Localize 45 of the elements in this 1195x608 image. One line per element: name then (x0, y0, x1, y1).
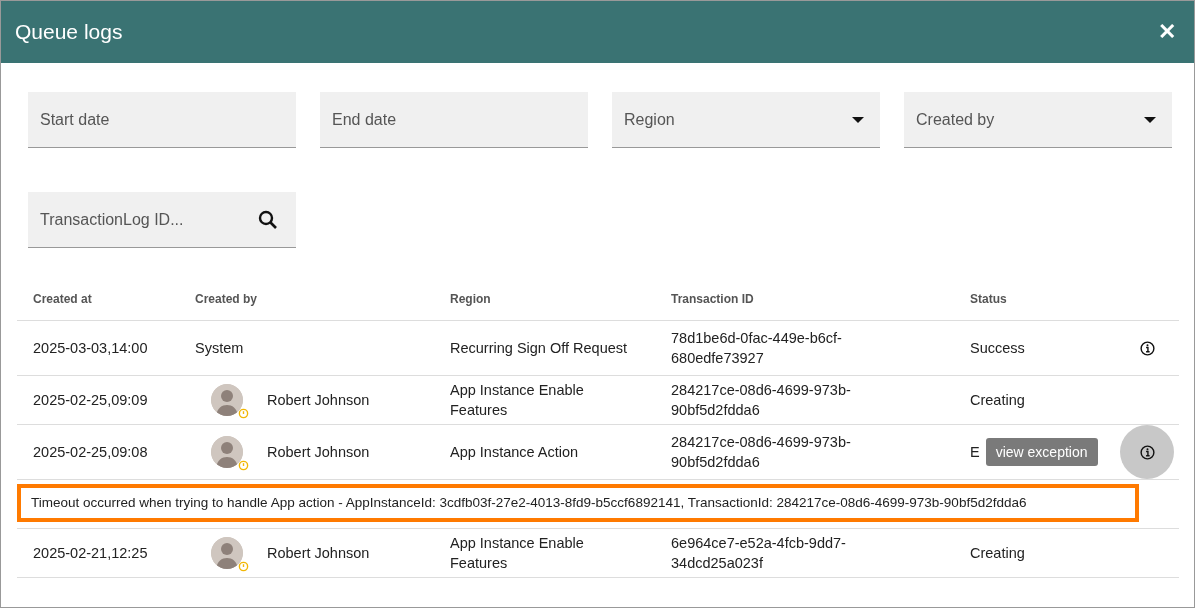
date-text: 2025-02-25,09:08 (33, 444, 148, 460)
close-button[interactable]: ✕ (1154, 21, 1180, 43)
status-text: Creating (970, 544, 1025, 563)
caret-icon (852, 117, 864, 123)
transaction-id: 284217ce-08d6-4699-973b-90bf5d2fdda6 (671, 433, 852, 472)
date-text: 2025-02-21,12:25 (33, 545, 148, 561)
clock-icon (238, 460, 249, 471)
clock-icon (238, 561, 249, 572)
dropdown-field[interactable]: Region (612, 92, 880, 148)
status-text: Success (970, 339, 1025, 358)
region-text: App Instance Action (450, 444, 579, 460)
column-header: Created by (179, 282, 434, 321)
region-text: App Instance Enable Features (450, 382, 584, 418)
info-icon (1138, 443, 1156, 461)
transaction-id: 78d1be6d-0fac-449e-b6cf-680edfe73927 (671, 329, 843, 368)
date-text: 2025-03-03,14:00 (33, 340, 148, 356)
user-name: Robert Johnson (267, 391, 370, 410)
input-field[interactable]: End date (320, 92, 588, 148)
user-name: Robert Johnson (267, 443, 370, 462)
column-header: Transaction ID (655, 282, 954, 321)
caret-icon (1144, 117, 1156, 123)
status-text: Creating (970, 391, 1025, 410)
column-header: Status (954, 282, 1116, 321)
user-name: System (195, 340, 244, 356)
info-button[interactable] (1120, 425, 1174, 479)
dialog-title: Queue logs (15, 19, 123, 46)
avatar (211, 384, 243, 416)
user-name: Robert Johnson (267, 544, 370, 563)
column-header: Region (434, 282, 655, 321)
input-field[interactable]: Start date (28, 92, 296, 148)
avatar (211, 436, 243, 468)
info-icon (1138, 339, 1156, 357)
dropdown-field[interactable]: Created by (904, 92, 1172, 148)
transaction-id: 284217ce-08d6-4699-973b-90bf5d2fdda6 (671, 381, 852, 420)
avatar (211, 537, 243, 569)
tooltip: view exception (985, 438, 1098, 466)
region-text: App Instance Enable Features (450, 535, 584, 571)
exception-message: Timeout occurred when trying to handle App action - AppInstanceId: 3cdfb03f-27e2-4013-8fd9-b5ccf6892141, TransactionId: 284217ce-08d6-4699-973b-90bf5d2fdda6 (17, 484, 1139, 522)
date-text: 2025-02-25,09:09 (33, 392, 148, 408)
transaction-id: 6e964ce7-e52a-4fcb-9dd7-34dcd25a023f (671, 534, 847, 573)
column-header: Created at (17, 282, 179, 321)
status-text: E (970, 443, 980, 462)
clock-icon (238, 408, 249, 419)
region-text: Recurring Sign Off Request (450, 340, 628, 356)
search-field[interactable]: TransactionLog ID... (28, 192, 296, 248)
